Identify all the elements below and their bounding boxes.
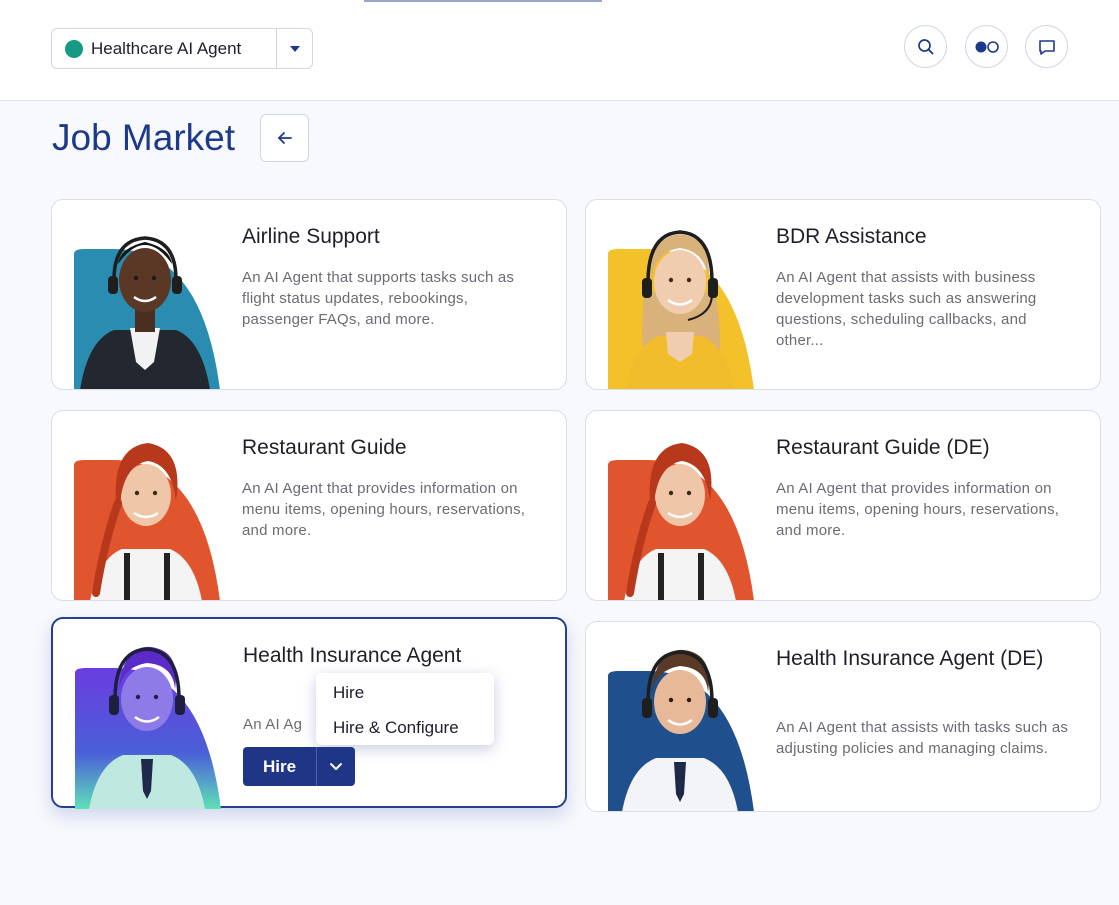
agent-selector-dropdown[interactable] — [276, 29, 312, 68]
chevron-down-icon — [330, 762, 342, 770]
hire-dropdown-menu: Hire Hire & Configure — [316, 673, 494, 745]
hire-split-button: Hire — [243, 747, 355, 786]
arrow-left-icon — [277, 132, 292, 144]
agent-avatar — [608, 649, 754, 811]
card-description: An AI Agent that provides information on… — [242, 480, 526, 539]
toggle-icon — [975, 40, 999, 53]
chat-button[interactable] — [1025, 25, 1068, 68]
card-title: Health Insurance Agent (DE) — [776, 647, 1044, 670]
hire-button[interactable]: Hire — [243, 747, 316, 786]
agent-avatar — [608, 230, 754, 389]
job-card-health-insurance-agent-de[interactable]: Health Insurance Agent (DE) An AI Agent … — [585, 621, 1101, 812]
agent-status-dot — [65, 39, 83, 58]
card-description: An AI Agent that assists with tasks such… — [776, 719, 1069, 757]
card-description: An AI Agent that provides information on… — [776, 480, 1060, 539]
agent-selector[interactable]: Healthcare AI Agent — [51, 28, 313, 69]
card-title: Restaurant Guide — [242, 436, 407, 459]
chevron-down-icon — [289, 45, 300, 52]
search-button[interactable] — [904, 25, 947, 68]
page-title: Job Market — [52, 117, 236, 158]
card-description: An AI Agent that assists with business d… — [776, 269, 1037, 349]
card-title: BDR Assistance — [776, 225, 927, 248]
job-card-restaurant-guide[interactable]: Restaurant Guide An AI Agent that provid… — [51, 410, 567, 601]
card-description: An AI Ag — [243, 716, 303, 733]
card-title: Airline Support — [242, 225, 380, 248]
card-title: Health Insurance Agent — [243, 644, 462, 667]
card-description: An AI Agent that supports tasks such as … — [242, 269, 515, 328]
agent-selector-label: Healthcare AI Agent — [91, 38, 242, 58]
hire-options-toggle[interactable] — [316, 747, 355, 786]
menu-item-hire-and-configure[interactable]: Hire & Configure — [333, 718, 459, 738]
job-card-airline-support[interactable]: Airline Support An AI Agent that support… — [51, 199, 567, 390]
search-icon — [917, 38, 933, 54]
menu-item-hire[interactable]: Hire — [333, 683, 364, 703]
toggle-button[interactable] — [965, 25, 1008, 68]
agent-avatar — [74, 236, 220, 389]
job-card-bdr-assistance[interactable]: BDR Assistance An AI Agent that assists … — [585, 199, 1101, 390]
top-scroll-indicator — [364, 0, 602, 2]
card-title: Restaurant Guide (DE) — [776, 436, 990, 459]
agent-avatar — [74, 443, 220, 600]
agent-avatar — [608, 443, 754, 600]
back-button[interactable] — [260, 114, 309, 162]
agent-avatar — [75, 646, 221, 809]
job-card-restaurant-guide-de[interactable]: Restaurant Guide (DE) An AI Agent that p… — [585, 410, 1101, 601]
chat-icon — [1038, 39, 1055, 55]
